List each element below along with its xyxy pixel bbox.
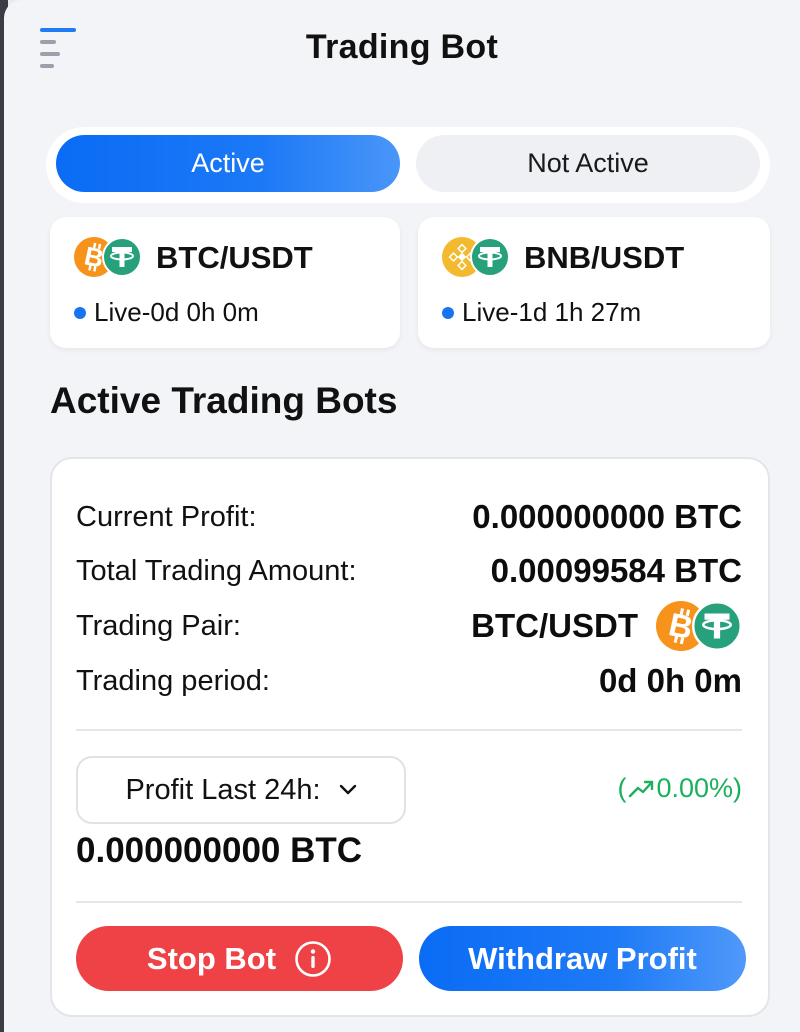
divider: [76, 901, 742, 903]
total-amount-value: 0.00099584 BTC: [490, 552, 742, 589]
pair-status-text: Live-1d 1h 27m: [462, 297, 642, 327]
profit-change-value: 0.00%): [656, 773, 742, 803]
total-amount-label: Total Trading Amount:: [76, 554, 357, 587]
profit-change-open: (: [617, 773, 627, 803]
profit-period-label: Profit Last 24h:: [125, 773, 321, 806]
tether-icon: [102, 237, 142, 277]
withdraw-profit-label: Withdraw Profit: [468, 940, 697, 976]
current-profit-label: Current Profit:: [76, 500, 257, 533]
trend-up-icon: [629, 780, 654, 797]
status-tabs: Active Not Active: [46, 127, 770, 203]
chevron-down-icon: [339, 784, 356, 795]
pair-name: BNB/USDT: [524, 240, 685, 275]
profit-period-dropdown[interactable]: Profit Last 24h:: [76, 756, 406, 824]
pair-card-btc-usdt[interactable]: B BTC/USDT Live-0d 0h 0m: [50, 217, 400, 348]
trading-period-value: 0d 0h 0m: [598, 662, 742, 699]
trading-pair-value: BTC/USDT: [471, 607, 638, 644]
withdraw-profit-button[interactable]: Withdraw Profit: [419, 926, 746, 991]
pair-status: Live-0d 0h 0m: [74, 297, 259, 328]
trading-bot-panel: Trading Bot Active Not Active B BTC/USDT…: [4, 0, 800, 1032]
pair-card-bnb-usdt[interactable]: BNB/USDT Live-1d 1h 27m: [418, 217, 770, 348]
total-amount-row: Total Trading Amount: 0.00099584 BTC: [76, 549, 742, 593]
tab-active[interactable]: Active: [56, 135, 400, 192]
divider: [76, 729, 742, 731]
trading-pair-label: Trading Pair:: [76, 609, 241, 642]
pair-status: Live-1d 1h 27m: [442, 297, 641, 328]
live-dot-icon: [74, 306, 86, 319]
profit-24h-value: 0.000000000 BTC: [76, 831, 363, 870]
current-profit-value: 0.000000000 BTC: [472, 498, 742, 535]
live-dot-icon: [442, 306, 454, 319]
pair-status-text: Live-0d 0h 0m: [94, 297, 259, 327]
current-profit-row: Current Profit: 0.000000000 BTC: [76, 495, 742, 539]
tether-icon: [470, 237, 510, 277]
stop-bot-button[interactable]: Stop Bot: [76, 926, 403, 991]
info-icon[interactable]: [294, 940, 332, 978]
trading-pair-value-group: BTC/USDT B: [471, 601, 742, 651]
pair-name: BTC/USDT: [156, 240, 313, 275]
tether-icon: [692, 601, 742, 651]
profit-change: ( 0.00%): [617, 773, 742, 804]
stop-bot-label: Stop Bot: [146, 940, 277, 976]
tab-not-active[interactable]: Not Active: [416, 135, 760, 192]
page-title: Trading Bot: [305, 28, 499, 66]
trading-pair-row: Trading Pair: BTC/USDT B: [76, 601, 742, 651]
section-title: Active Trading Bots: [50, 380, 398, 421]
trading-period-row: Trading period: 0d 0h 0m: [76, 659, 742, 703]
bot-card: Current Profit: 0.000000000 BTC Total Tr…: [50, 457, 770, 1017]
trading-period-label: Trading period:: [76, 664, 270, 697]
